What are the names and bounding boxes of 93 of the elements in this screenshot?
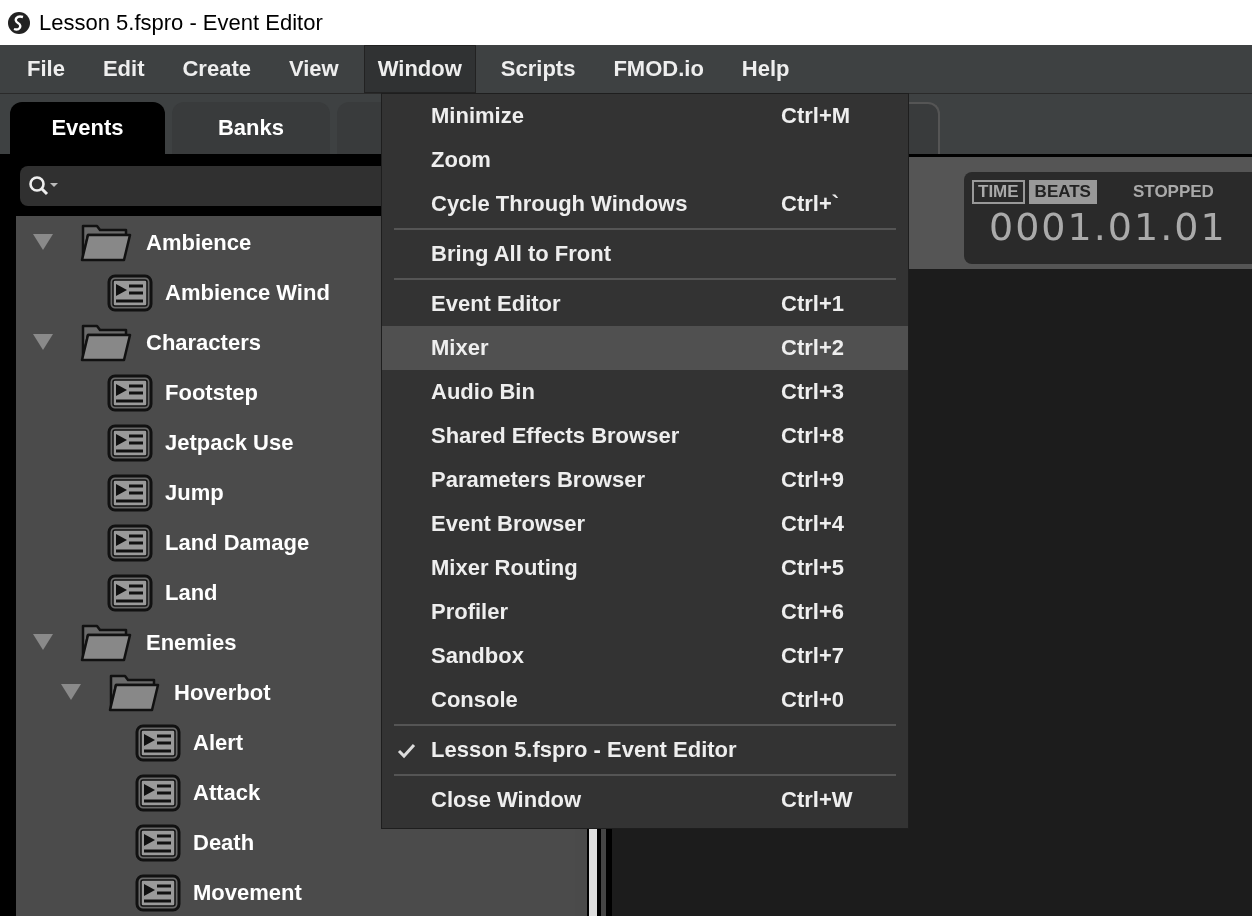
folder-icon — [79, 623, 133, 663]
event-label[interactable]: Movement — [193, 880, 302, 906]
menu-bar-item[interactable]: Edit — [89, 45, 158, 93]
menu-item-label: Minimize — [431, 103, 525, 129]
collapse-arrow-icon[interactable] — [33, 334, 53, 352]
folder-label[interactable]: Enemies — [146, 630, 237, 656]
menu-item[interactable]: Mixer Routing Ctrl+5 — [382, 546, 908, 590]
timeline-position: 0001.01.01 — [989, 204, 1228, 250]
collapse-arrow-icon[interactable] — [33, 634, 53, 652]
menu-bar-item[interactable]: Help — [728, 45, 803, 93]
panel-tab[interactable]: Events — [10, 102, 165, 154]
menu-item-label: Close Window — [431, 787, 583, 813]
menu-item[interactable]: Event Editor Ctrl+1 — [382, 282, 908, 326]
shortcut-label: Ctrl+4 — [781, 511, 844, 537]
shortcut-label: Ctrl+3 — [781, 379, 844, 405]
event-label[interactable]: Death — [193, 830, 255, 856]
menu-bar-item[interactable]: Window — [363, 45, 476, 93]
shortcut-label: Ctrl+` — [781, 191, 840, 217]
event-icon — [107, 274, 153, 312]
shortcut-label: Ctrl+W — [781, 787, 853, 813]
event-icon — [135, 724, 181, 762]
shortcut-label: Ctrl+0 — [781, 687, 844, 713]
menu-item-label: Event Browser — [431, 511, 587, 537]
mode-toggle[interactable]: TIME — [972, 180, 1025, 204]
menu-item[interactable]: Lesson 5.fspro - Event Editor — [382, 728, 908, 772]
menu-item-label: Console — [431, 687, 519, 713]
folder-label[interactable]: Ambience — [146, 230, 252, 256]
menu-item[interactable]: Console Ctrl+0 — [382, 678, 908, 722]
menu-bar-item[interactable]: Create — [169, 45, 264, 93]
event-label[interactable]: Attack — [193, 780, 261, 806]
menu-bar-item[interactable]: FMOD.io — [600, 45, 717, 93]
menu-item[interactable]: Mixer Ctrl+2 — [382, 326, 908, 370]
menu-item[interactable]: Bring All to Front — [382, 232, 908, 276]
menu-item-label: Cycle Through Windows — [431, 191, 689, 217]
menu-item-label: Mixer Routing — [431, 555, 579, 581]
event-icon — [135, 824, 181, 862]
event-label[interactable]: Jetpack Use — [165, 430, 294, 456]
folder-label[interactable]: Characters — [146, 330, 261, 356]
panel-tab[interactable]: Banks — [172, 102, 330, 154]
menu-item-label: Zoom — [431, 147, 492, 173]
menu-item-label: Bring All to Front — [431, 241, 613, 267]
menu-item[interactable]: Cycle Through Windows Ctrl+` — [382, 182, 908, 226]
folder-icon — [79, 223, 133, 263]
event-label[interactable]: Land Damage — [165, 530, 310, 556]
menu-item[interactable]: Close Window Ctrl+W — [382, 778, 908, 822]
event-icon — [107, 374, 153, 412]
menu-item[interactable]: Profiler Ctrl+6 — [382, 590, 908, 634]
menu-item-label: Shared Effects Browser — [431, 423, 681, 449]
folder-icon — [79, 323, 133, 363]
menu-item[interactable]: Minimize Ctrl+M — [382, 94, 908, 138]
event-icon — [107, 524, 153, 562]
event-label[interactable]: Jump — [165, 480, 224, 506]
collapse-arrow-icon[interactable] — [33, 234, 53, 252]
shortcut-label: Ctrl+9 — [781, 467, 844, 493]
menu-item[interactable]: Parameters Browser Ctrl+9 — [382, 458, 908, 502]
menu-item-label: Mixer — [431, 335, 490, 361]
shortcut-label: Ctrl+M — [781, 103, 851, 129]
menu-item-label: Audio Bin — [431, 379, 536, 405]
mode-toggle[interactable]: BEATS — [1028, 180, 1097, 204]
folder-label[interactable]: Hoverbot — [174, 680, 271, 706]
menu-item[interactable]: Zoom — [382, 138, 908, 182]
menu-bar-item[interactable]: File — [14, 45, 78, 93]
event-label[interactable]: Ambience Wind — [165, 280, 330, 306]
shortcut-label: Ctrl+8 — [781, 423, 844, 449]
playback-state: STOPPED — [1132, 182, 1214, 202]
shortcut-label: Ctrl+6 — [781, 599, 844, 625]
shortcut-label: Ctrl+7 — [781, 643, 844, 669]
shortcut-label: Ctrl+1 — [781, 291, 844, 317]
app-logo-icon — [7, 10, 31, 35]
menu-bar-item[interactable]: Scripts — [487, 45, 589, 93]
event-icon — [107, 474, 153, 512]
menu-item-label: Parameters Browser — [431, 467, 646, 493]
menu-bar-item[interactable]: View — [275, 45, 352, 93]
event-icon — [135, 774, 181, 812]
menu-item-label: Sandbox — [431, 643, 525, 669]
menu-item-label: Lesson 5.fspro - Event Editor — [431, 737, 738, 763]
menu-item-label: Profiler — [431, 599, 510, 625]
event-label[interactable]: Land — [165, 580, 218, 606]
event-label[interactable]: Alert — [193, 730, 244, 756]
menu-item[interactable]: Sandbox Ctrl+7 — [382, 634, 908, 678]
event-icon — [107, 424, 153, 462]
event-icon — [135, 874, 181, 912]
folder-icon — [107, 673, 161, 713]
menu-item[interactable]: Shared Effects Browser Ctrl+8 — [382, 414, 908, 458]
menu-item-label: Event Editor — [431, 291, 562, 317]
shortcut-label: Ctrl+5 — [781, 555, 844, 581]
collapse-arrow-icon[interactable] — [61, 684, 81, 702]
event-icon — [107, 574, 153, 612]
window-title: Lesson 5.fspro - Event Editor — [39, 9, 323, 36]
menu-item[interactable]: Event Browser Ctrl+4 — [382, 502, 908, 546]
shortcut-label: Ctrl+2 — [781, 335, 844, 361]
event-label[interactable]: Footstep — [165, 380, 258, 406]
menu-item[interactable]: Audio Bin Ctrl+3 — [382, 370, 908, 414]
